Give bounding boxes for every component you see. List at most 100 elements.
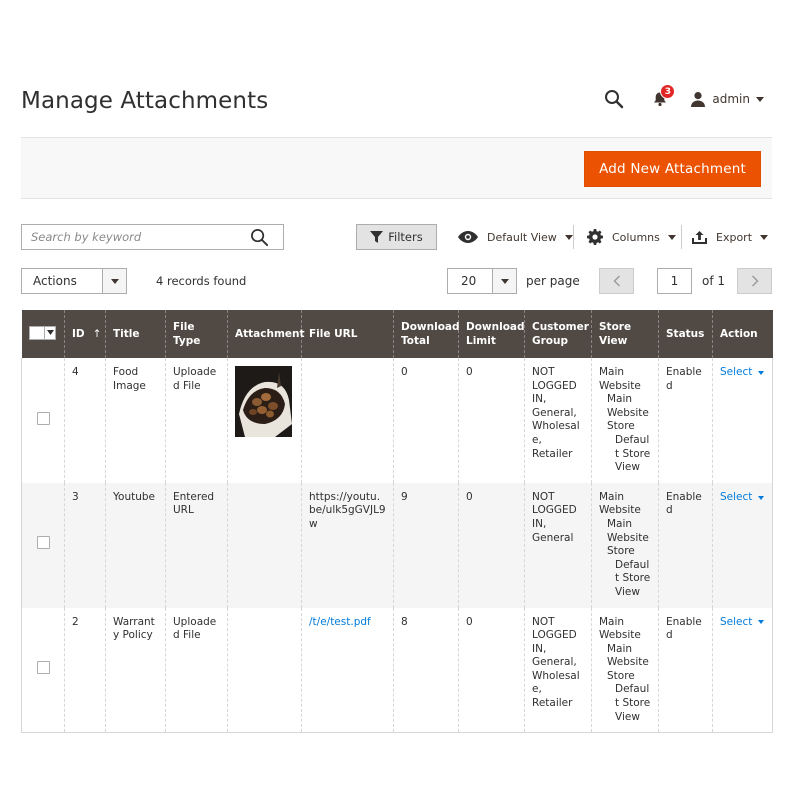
export-label: Export: [716, 230, 753, 244]
filters-label: Filters: [388, 230, 423, 244]
cell-download-limit: 0: [458, 358, 525, 483]
chevron-right-icon: [751, 275, 759, 287]
store-view-name: Default Store View: [615, 558, 651, 598]
cell-customer-group: NOT LOGGED IN, General, Wholesale, Retai…: [524, 358, 592, 483]
row-checkbox[interactable]: [36, 536, 50, 550]
sort-ascending-icon: ↑: [92, 328, 102, 340]
add-new-attachment-button[interactable]: Add New Attachment: [584, 151, 761, 187]
attachment-thumbnail[interactable]: [235, 366, 292, 437]
column-header-attachment[interactable]: Attachment: [227, 310, 305, 358]
file-url-link[interactable]: /t/e/test.pdf: [309, 616, 371, 628]
mass-actions-label: Actions: [33, 274, 77, 288]
cell-store-view: Main Website Main Website Store Default …: [591, 358, 659, 483]
store-website: Main Website: [599, 490, 641, 517]
cell-download-total: 8: [393, 607, 459, 734]
row-checkbox[interactable]: [36, 661, 50, 675]
cell-attachment: [227, 482, 302, 608]
export-dropdown[interactable]: Export: [692, 224, 769, 250]
cell-title: Warranty Policy: [105, 607, 166, 734]
divider: [681, 225, 682, 249]
cell-download-total: 0: [393, 358, 459, 483]
user-menu[interactable]: admin: [690, 91, 764, 107]
cell-action: Select: [712, 482, 773, 608]
chevron-down-icon: [492, 269, 516, 293]
row-action-select[interactable]: Select: [720, 366, 765, 380]
cell-file-url: /t/e/test.pdf: [301, 607, 394, 734]
table-row: 4 Food Image Uploaded File 0 0 NOT LOGGE…: [21, 358, 773, 483]
current-page-input[interactable]: [657, 268, 692, 294]
cell-title: Food Image: [105, 358, 166, 483]
filter-icon: [370, 231, 384, 243]
row-checkbox[interactable]: [36, 411, 50, 425]
gear-icon: [587, 229, 603, 245]
store-name: Main Website Store: [607, 517, 649, 558]
store-name: Main Website Store: [607, 642, 649, 682]
mass-actions-select[interactable]: Actions: [21, 268, 127, 294]
cell-file-type: Entered URL: [165, 482, 228, 608]
cell-attachment: [227, 607, 302, 734]
bell-icon[interactable]: 3: [648, 84, 676, 111]
cell-file-type: Uploaded File: [165, 607, 228, 734]
per-page-select[interactable]: 20: [447, 268, 517, 294]
chevron-down-icon: [758, 495, 765, 500]
cell-attachment: [227, 358, 302, 483]
cell-download-limit: 0: [458, 607, 525, 734]
cell-id: 4: [64, 358, 106, 483]
column-header-store-view[interactable]: Store View: [591, 310, 659, 358]
search-icon[interactable]: [602, 87, 626, 111]
chevron-down-icon: [564, 234, 573, 240]
cell-file-url: https://youtu.be/ulk5gGVJL9w: [301, 482, 394, 608]
attachments-grid: ID ↑ Title File Type Attachment File URL …: [21, 310, 773, 734]
cell-download-total: 9: [393, 482, 459, 608]
chevron-down-icon: [756, 96, 764, 102]
previous-page-button[interactable]: [599, 268, 634, 294]
column-header-download-limit[interactable]: Download Limit: [458, 310, 525, 358]
search-icon[interactable]: [250, 228, 269, 251]
columns-dropdown[interactable]: Columns: [587, 224, 676, 250]
row-select-cell: [21, 358, 65, 483]
grid-header-row: ID ↑ Title File Type Attachment File URL …: [21, 310, 773, 358]
total-pages: of 1: [702, 274, 726, 288]
keyword-search-input[interactable]: [22, 225, 283, 249]
row-action-select[interactable]: Select: [720, 491, 765, 505]
filters-button[interactable]: Filters: [356, 224, 437, 250]
view-switcher[interactable]: Default View: [458, 224, 573, 250]
row-select-cell: [21, 482, 65, 608]
column-header-download-total[interactable]: Download Total: [393, 310, 460, 358]
columns-label: Columns: [612, 230, 660, 244]
next-page-button[interactable]: [737, 268, 772, 294]
column-header-file-url[interactable]: File URL: [301, 310, 394, 358]
header-actions: 3 admin: [602, 84, 764, 112]
column-header-title[interactable]: Title: [105, 310, 166, 358]
column-header-customer-group[interactable]: Customer Group: [524, 310, 592, 358]
grid-paging-toolbar: Actions 4 records found 20 per page of 1: [21, 268, 772, 294]
chevron-down-icon: [102, 269, 126, 293]
eye-icon: [458, 231, 478, 243]
grid-toolbar: Filters Default View Columns Export: [21, 224, 772, 250]
column-header-status[interactable]: Status: [658, 310, 713, 358]
cell-action: Select: [712, 358, 773, 483]
cell-status: Enabled: [658, 358, 713, 483]
page-actions-bar: Add New Attachment: [21, 137, 772, 199]
keyword-search: [21, 224, 284, 250]
store-website: Main Website: [599, 615, 641, 642]
chevron-down-icon: [758, 620, 765, 625]
chevron-left-icon: [612, 275, 620, 287]
store-view-name: Default Store View: [615, 433, 651, 474]
column-header-file-type[interactable]: File Type: [165, 310, 228, 358]
row-action-select[interactable]: Select: [720, 616, 765, 630]
store-name: Main Website Store: [607, 393, 649, 433]
column-header-id[interactable]: ID ↑: [64, 310, 106, 358]
export-icon: [692, 230, 707, 244]
cell-store-view: Main Website Main Website Store Default …: [591, 607, 659, 734]
table-row: 3 Youtube Entered URL https://youtu.be/u…: [21, 482, 773, 608]
cell-action: Select: [712, 607, 773, 734]
cell-file-url: [301, 358, 394, 483]
mass-select-checkbox[interactable]: [29, 325, 57, 340]
per-page-value: 20: [461, 274, 477, 288]
cell-status: Enabled: [658, 607, 713, 734]
chevron-down-icon: [760, 234, 769, 240]
divider: [573, 225, 574, 249]
store-view-name: Default Store View: [615, 683, 651, 723]
cell-customer-group: NOT LOGGED IN, General, Wholesale, Retai…: [524, 607, 592, 734]
